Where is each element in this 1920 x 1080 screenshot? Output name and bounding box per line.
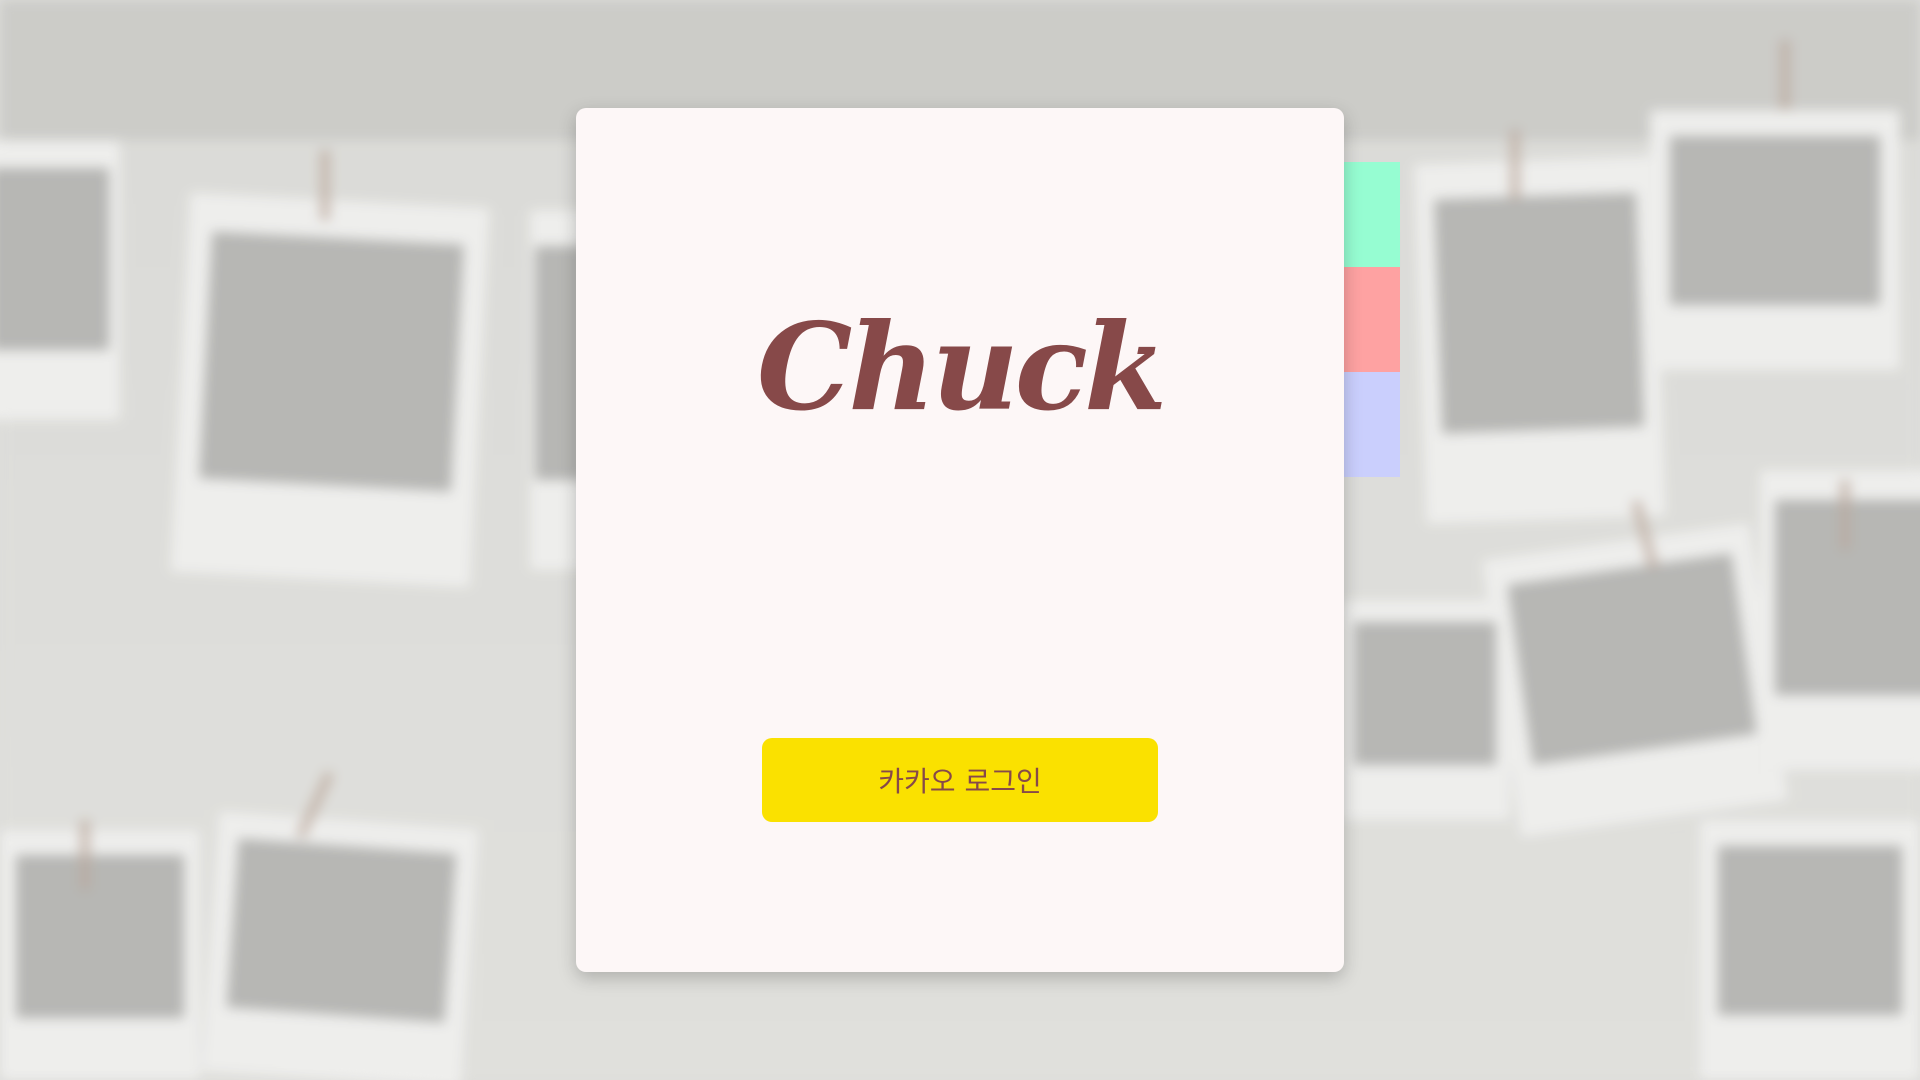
chuck-logo: Chuck bbox=[756, 297, 1167, 438]
login-card: Chuck 카카오 로그인 bbox=[576, 108, 1344, 972]
login-screen: Chuck 카카오 로그인 bbox=[0, 0, 1920, 1080]
kakao-login-button[interactable]: 카카오 로그인 bbox=[762, 738, 1158, 822]
